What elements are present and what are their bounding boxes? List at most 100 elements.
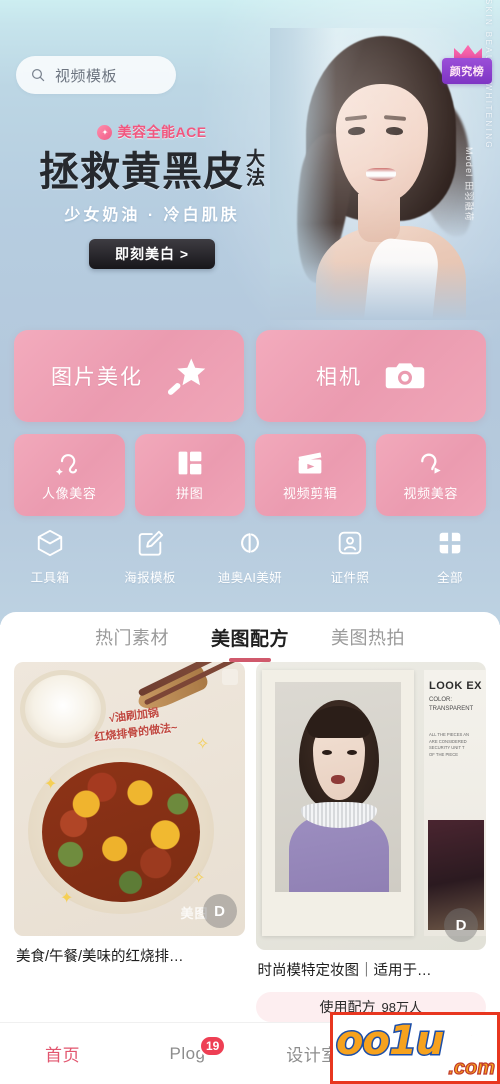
collage-grid-icon bbox=[178, 451, 202, 474]
dior-cd-icon bbox=[241, 533, 259, 553]
quick-tool-poster-template[interactable]: 海报模板 bbox=[100, 528, 200, 586]
feed-column-left: √油刷加锅 红烧排骨的做法~ ✦ ✧ ✦ ✧ 美图 D 美食/午餐/美味的红烧排… bbox=[14, 662, 245, 1022]
feed-thumbnail-model[interactable]: LOOK EX COLOR: TRANSPARENT ALL THE PIECE… bbox=[255, 662, 486, 950]
id-photo-icon bbox=[338, 531, 362, 555]
quick-tool-all[interactable]: 全部 bbox=[400, 528, 500, 586]
camera-icon bbox=[385, 363, 425, 389]
quick-tool-toolbox[interactable]: 工具箱 bbox=[0, 528, 100, 586]
tab-meitu-recipe-label: 美图配方 bbox=[210, 628, 289, 650]
action-card-collage[interactable]: 拼图 bbox=[134, 434, 245, 516]
magazine-subheading: COLOR: TRANSPARENT bbox=[429, 697, 474, 712]
feed-card-food[interactable]: √油刷加锅 红烧排骨的做法~ ✦ ✧ ✦ ✧ 美图 D 美食/午餐/美味的红烧排… bbox=[14, 662, 245, 968]
magazine-heading: LOOK EX bbox=[429, 680, 483, 692]
promo-brand-label: 美容全能ACE bbox=[117, 124, 207, 140]
video-beauty-icon bbox=[420, 453, 441, 474]
feed-card-food-title: 美食/午餐/美味的红烧排… bbox=[16, 949, 184, 965]
polaroid-frame bbox=[261, 670, 414, 936]
model2-eye-left bbox=[321, 750, 332, 755]
feed-card-model[interactable]: LOOK EX COLOR: TRANSPARENT ALL THE PIECE… bbox=[255, 662, 486, 1022]
quick-tool-id-photo-label: 证件照 bbox=[330, 571, 370, 585]
rank-badge-label: 颜究榜 bbox=[449, 66, 485, 78]
quick-tools-row: 工具箱 海报模板 迪奥AI美妍 证件照 全部 bbox=[0, 528, 500, 586]
promo-title-small: 大法 bbox=[244, 150, 265, 188]
action-card-camera[interactable]: 相机 bbox=[256, 330, 486, 422]
promo-cta-button[interactable]: 即刻美白 > bbox=[89, 239, 215, 270]
feed-card-recipe-usage[interactable]: 使用配方 98万人 bbox=[255, 991, 486, 1022]
promo-banner[interactable]: ✦ 美容全能ACE 拯救黄黑皮大法 少女奶油 · 冷白肌肤 即刻美白 > bbox=[26, 122, 278, 270]
tab-meitu-hot-shots-label: 美图热拍 bbox=[331, 628, 405, 648]
quick-tool-id-photo[interactable]: 证件照 bbox=[300, 528, 400, 586]
model2-mouth bbox=[330, 775, 345, 784]
thumbnail-corner-tag bbox=[221, 669, 238, 685]
promo-cta-label: 即刻美白 > bbox=[114, 246, 190, 263]
nav-item-plog-badge: 19 bbox=[199, 1035, 227, 1057]
recipe-usage-label: 使用配方 bbox=[319, 998, 376, 1015]
feed-column-right: LOOK EX COLOR: TRANSPARENT ALL THE PIECE… bbox=[255, 662, 486, 1022]
nav-item-design-studio-label: 设计室 bbox=[286, 1046, 339, 1065]
video-clapper-icon bbox=[298, 452, 322, 473]
search-input[interactable]: 视频模板 bbox=[16, 56, 176, 94]
sparkle-icon: ✦ bbox=[44, 776, 58, 793]
promo-title-small-1: 大 bbox=[245, 149, 265, 170]
sparkle-icon: ✧ bbox=[192, 870, 206, 887]
action-card-video-beauty-label: 视频美容 bbox=[403, 485, 458, 501]
secondary-action-row: 人像美容 拼图 视频剪辑 视频美容 bbox=[14, 434, 486, 516]
thumbnail-badge[interactable]: D bbox=[444, 908, 478, 942]
action-card-video-beauty[interactable]: 视频美容 bbox=[375, 434, 486, 516]
promo-title-main: 拯救黄黑皮 bbox=[38, 149, 244, 194]
braised-dish-shape bbox=[42, 762, 200, 902]
search-icon bbox=[31, 68, 45, 82]
sparkle-icon: ✧ bbox=[196, 736, 210, 753]
brand-logo-icon: ✦ bbox=[97, 124, 113, 140]
banner-side-caption-cn: Model 田羽融荷 bbox=[464, 146, 474, 222]
quick-tool-dior-ai[interactable]: 迪奥AI美妍 bbox=[200, 528, 300, 586]
quick-tool-all-label: 全部 bbox=[437, 571, 463, 585]
magazine-strip: LOOK EX COLOR: TRANSPARENT ALL THE PIECE… bbox=[424, 670, 486, 936]
poster-edit-icon bbox=[138, 530, 164, 556]
action-card-photo-beautify-label: 图片美化 bbox=[51, 366, 143, 389]
thumbnail-overlay-line2: 红烧排骨的做法~ bbox=[93, 721, 179, 744]
app-root: SKIN BEAUTY WHITENING Model 田羽融荷 视频模板 颜究… bbox=[0, 0, 500, 1084]
grid-all-icon bbox=[439, 532, 461, 554]
search-query-text: 视频模板 bbox=[55, 67, 118, 85]
action-card-portrait-beauty[interactable]: 人像美容 bbox=[14, 434, 125, 516]
recipe-usage-count: 98万人 bbox=[381, 1000, 422, 1016]
polaroid-photo bbox=[274, 682, 401, 892]
feed-thumbnail-food[interactable]: √油刷加锅 红烧排骨的做法~ ✦ ✧ ✦ ✧ 美图 D bbox=[14, 662, 245, 936]
tab-hot-materials-label: 热门素材 bbox=[94, 628, 169, 648]
quick-tool-dior-ai-label: 迪奥AI美妍 bbox=[217, 571, 283, 585]
promo-title: 拯救黄黑皮大法 bbox=[26, 150, 278, 193]
nav-item-design-studio[interactable]: 设计室 bbox=[250, 1023, 375, 1084]
photo-bottom-fade bbox=[270, 262, 500, 320]
nav-item-home[interactable]: 首页 bbox=[0, 1023, 125, 1084]
tab-hot-materials[interactable]: 热门素材 bbox=[93, 620, 171, 654]
action-card-portrait-beauty-label: 人像美容 bbox=[42, 485, 97, 501]
tab-meitu-recipe[interactable]: 美图配方 bbox=[209, 620, 291, 655]
action-card-collage-label: 拼图 bbox=[176, 485, 204, 501]
model2-eye-right bbox=[346, 750, 357, 755]
magic-wand-icon bbox=[167, 358, 206, 395]
action-card-camera-label: 相机 bbox=[316, 366, 362, 389]
promo-title-small-2: 法 bbox=[245, 168, 265, 189]
action-card-video-edit[interactable]: 视频剪辑 bbox=[255, 434, 366, 516]
nav-item-plog[interactable]: Plog 19 bbox=[125, 1023, 250, 1084]
quick-tool-poster-template-label: 海报模板 bbox=[124, 571, 176, 585]
sparkle-icon: ✦ bbox=[60, 890, 74, 907]
thumbnail-overlay-line1: √油刷加锅 bbox=[108, 707, 160, 726]
portrait-beauty-icon bbox=[56, 453, 78, 475]
primary-action-row: 图片美化 相机 bbox=[14, 330, 486, 422]
thumbnail-badge[interactable]: D bbox=[202, 894, 237, 928]
bottom-navigation: 首页 Plog 19 设计室 bbox=[0, 1022, 500, 1084]
nav-item-home-label: 首页 bbox=[45, 1046, 80, 1065]
tab-meitu-hot-shots[interactable]: 美图热拍 bbox=[329, 620, 407, 654]
action-card-photo-beautify[interactable]: 图片美化 bbox=[14, 330, 244, 422]
feed-tabs: 热门素材 美图配方 美图热拍 bbox=[0, 612, 500, 662]
model-mouth bbox=[366, 168, 396, 181]
rank-badge[interactable]: 颜究榜 bbox=[442, 58, 492, 84]
magazine-paragraph: ALL THE PIECES AN ARE CONSIDERED SECURIT… bbox=[429, 732, 470, 758]
quick-tool-toolbox-label: 工具箱 bbox=[30, 571, 70, 585]
content-sheet: 热门素材 美图配方 美图热拍 √油刷加锅 红烧排骨的做法~ ✦ ✧ ✦ ✧ 美图… bbox=[0, 612, 500, 1084]
feed-grid: √油刷加锅 红烧排骨的做法~ ✦ ✧ ✦ ✧ 美图 D 美食/午餐/美味的红烧排… bbox=[0, 662, 500, 1022]
promo-brand-row: ✦ 美容全能ACE bbox=[26, 122, 278, 142]
promo-subtitle: 少女奶油 · 冷白肌肤 bbox=[64, 207, 240, 225]
